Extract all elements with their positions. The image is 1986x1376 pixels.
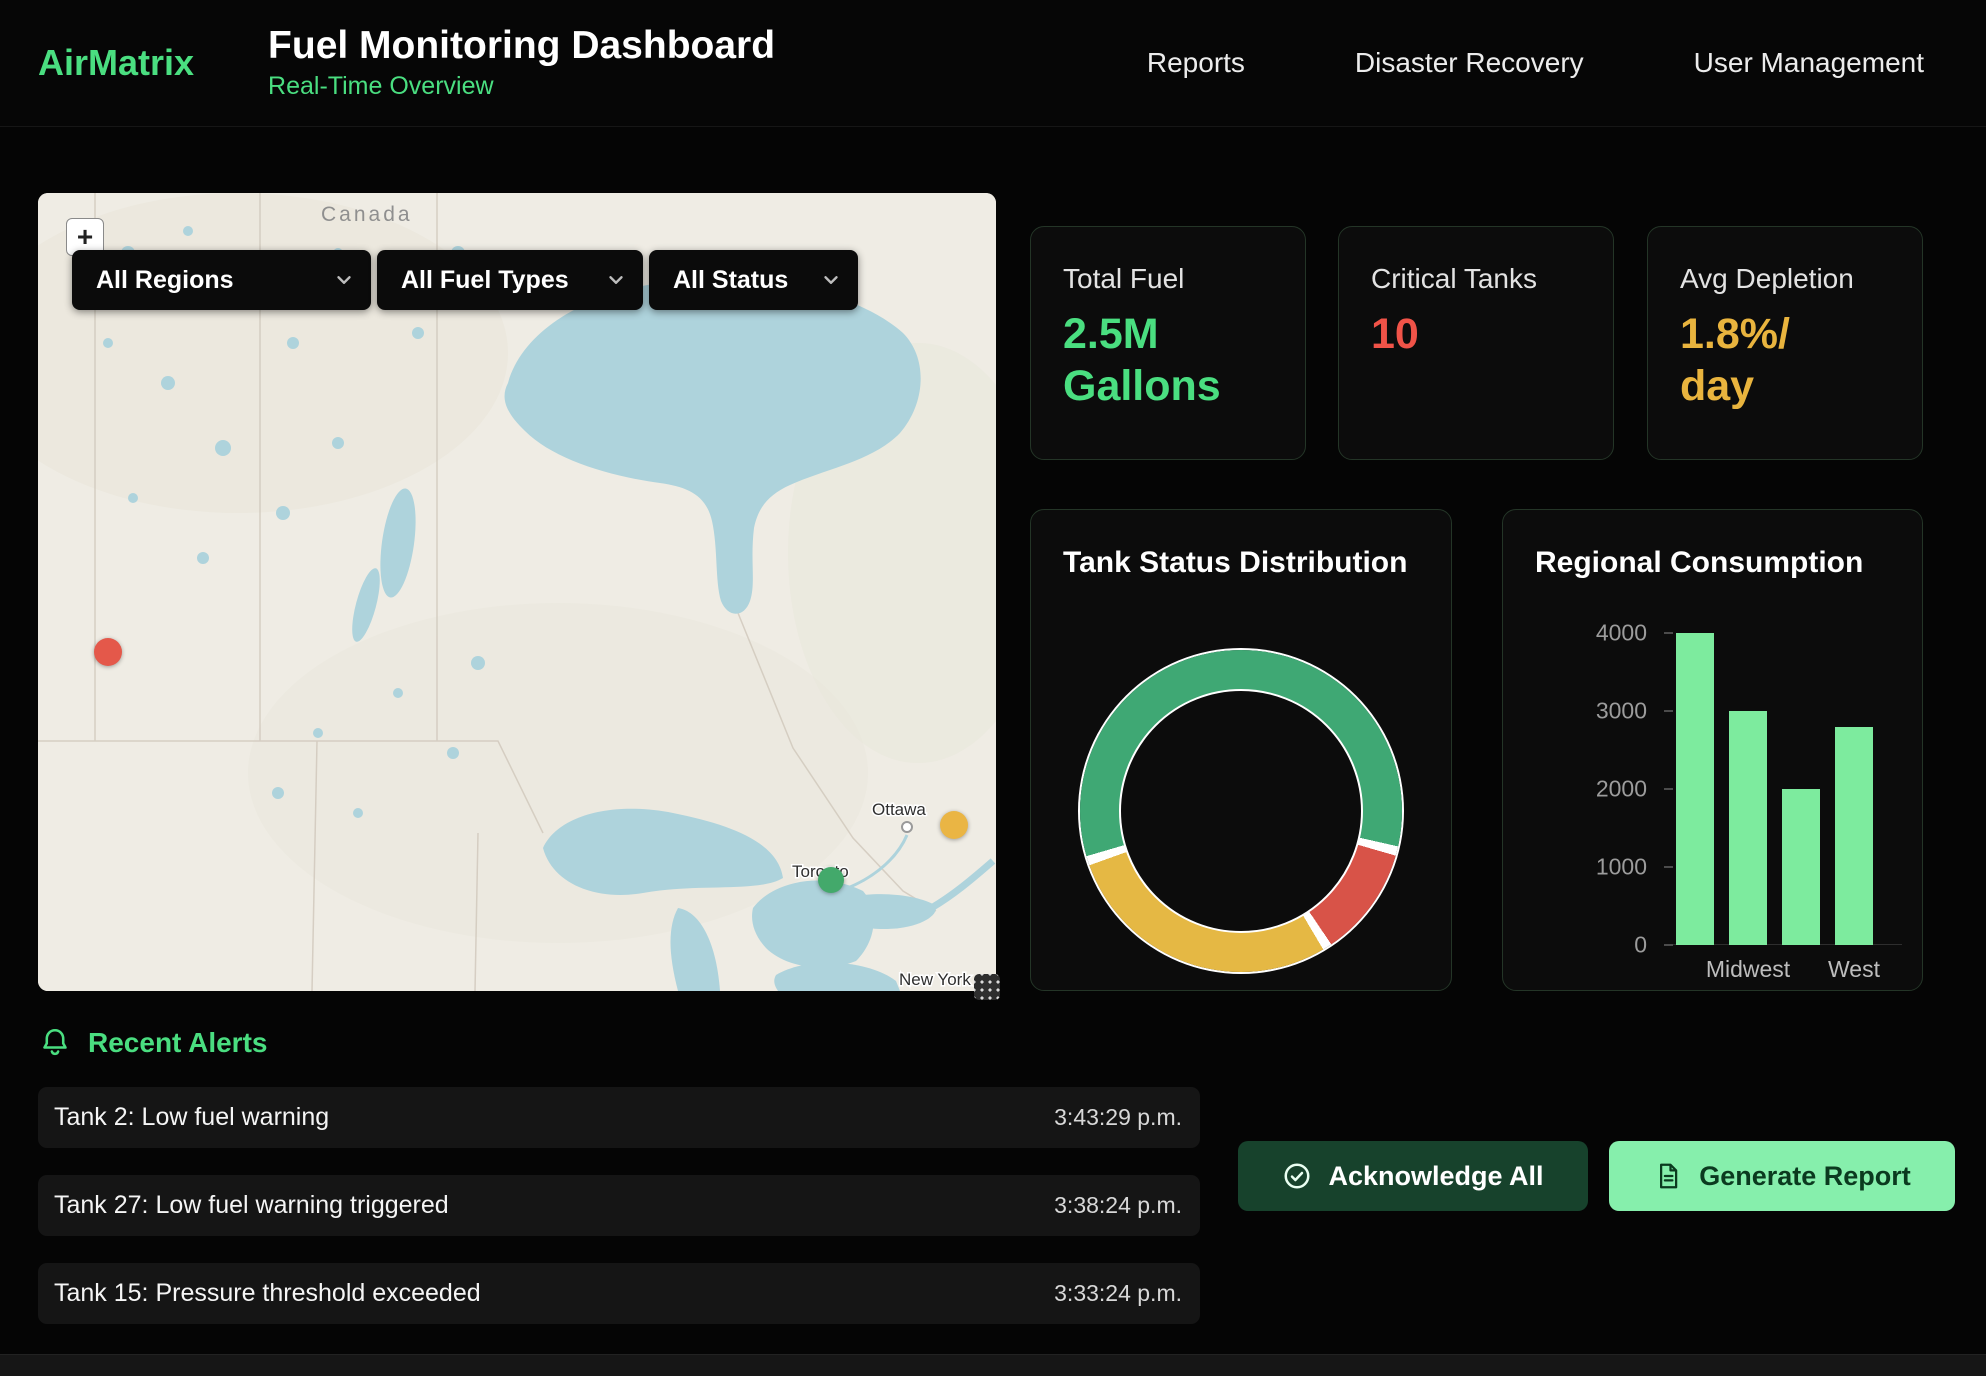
status-filter-value: All Status (673, 266, 788, 295)
recent-alerts-title: Recent Alerts (88, 1027, 267, 1059)
region-filter-dropdown[interactable]: All Regions (72, 250, 371, 310)
fuel-type-filter-value: All Fuel Types (401, 266, 569, 295)
y-axis-label: 3000 (1527, 700, 1647, 723)
bar-plot-area (1676, 633, 1874, 945)
alert-message: Tank 15: Pressure threshold exceeded (54, 1279, 481, 1308)
status-filter-dropdown[interactable]: All Status (649, 250, 858, 310)
consumption-bar (1782, 789, 1820, 945)
acknowledge-all-label: Acknowledge All (1328, 1161, 1543, 1192)
map-marker-normal[interactable] (818, 867, 844, 893)
regional-consumption-card: Regional Consumption 0 1000 2000 3000 4000 M… (1502, 509, 1923, 991)
generate-report-label: Generate Report (1699, 1161, 1911, 1192)
title-block: Fuel Monitoring Dashboard Real-Time Over… (268, 25, 775, 102)
y-axis-label: 0 (1527, 934, 1647, 957)
donut-hole (1119, 689, 1363, 933)
stat-label: Avg Depletion (1680, 263, 1890, 295)
page-title: Fuel Monitoring Dashboard (268, 25, 775, 68)
region-filter-value: All Regions (96, 266, 234, 295)
bottom-strip (0, 1354, 1986, 1376)
alert-message: Tank 2: Low fuel warning (54, 1103, 329, 1132)
alert-timestamp: 3:33:24 p.m. (1054, 1280, 1182, 1307)
y-axis-tick (1664, 632, 1673, 634)
y-axis-label: 4000 (1527, 622, 1647, 645)
alert-message: Tank 27: Low fuel warning triggered (54, 1191, 449, 1220)
document-icon (1653, 1161, 1683, 1191)
acknowledge-all-button[interactable]: Acknowledge All (1238, 1141, 1588, 1211)
city-dot-icon (902, 822, 912, 832)
tank-status-donut (1080, 650, 1402, 972)
app-header: AirMatrix Fuel Monitoring Dashboard Real… (0, 0, 1986, 127)
consumption-bar (1729, 711, 1767, 945)
check-circle-icon (1282, 1161, 1312, 1191)
stat-card-critical-tanks: Critical Tanks 10 (1338, 226, 1614, 460)
chevron-down-icon (333, 269, 355, 291)
generate-report-button[interactable]: Generate Report (1609, 1141, 1955, 1211)
map-marker-critical[interactable] (94, 638, 122, 666)
nav-user-management[interactable]: User Management (1694, 47, 1924, 79)
fuel-type-filter-dropdown[interactable]: All Fuel Types (377, 250, 643, 310)
consumption-bar (1835, 727, 1873, 945)
nav-reports[interactable]: Reports (1147, 47, 1245, 79)
map-attribution-toggle-icon[interactable] (974, 974, 1000, 1000)
country-label: Canada (321, 203, 413, 226)
main-nav: Reports Disaster Recovery User Managemen… (1147, 47, 1924, 79)
chevron-down-icon (820, 269, 842, 291)
page-subtitle: Real-Time Overview (268, 72, 775, 101)
y-axis-label: 2000 (1527, 778, 1647, 801)
city-label-ottawa: Ottawa (872, 800, 926, 819)
alert-row[interactable]: Tank 15: Pressure threshold exceeded 3:3… (38, 1263, 1200, 1324)
chart-title: Tank Status Distribution (1063, 546, 1407, 580)
stat-value: 10 (1371, 309, 1581, 361)
x-axis-label: Midwest (1729, 956, 1767, 983)
map-filters: All Regions All Fuel Types All Status (72, 250, 858, 310)
alert-timestamp: 3:43:29 p.m. (1054, 1104, 1182, 1131)
consumption-bar (1676, 633, 1714, 945)
stat-label: Total Fuel (1063, 263, 1273, 295)
alert-row[interactable]: Tank 27: Low fuel warning triggered 3:38… (38, 1175, 1200, 1236)
app-logo[interactable]: AirMatrix (38, 42, 194, 84)
stat-card-total-fuel: Total Fuel 2.5M Gallons (1030, 226, 1306, 460)
city-label-new-york: New York (899, 970, 971, 989)
fuel-monitoring-dashboard: AirMatrix Fuel Monitoring Dashboard Real… (0, 0, 1986, 1376)
y-axis-tick (1664, 788, 1673, 790)
recent-alerts-header: Recent Alerts (38, 1026, 267, 1060)
map-panel[interactable]: Canada Ottawa Toronto New York + All Reg… (38, 193, 996, 991)
y-axis-tick (1664, 710, 1673, 712)
map-marker-warning[interactable] (940, 811, 968, 839)
x-axis-label: West (1835, 956, 1873, 983)
x-axis-labels: Midwest West (1676, 956, 1874, 983)
stat-value: 2.5M Gallons (1063, 309, 1273, 412)
stat-label: Critical Tanks (1371, 263, 1581, 295)
chart-title: Regional Consumption (1535, 546, 1863, 580)
chevron-down-icon (605, 269, 627, 291)
y-axis-tick (1664, 866, 1673, 868)
bell-icon (38, 1026, 72, 1060)
alert-row[interactable]: Tank 2: Low fuel warning 3:43:29 p.m. (38, 1087, 1200, 1148)
y-axis: 01000200030004000 (1503, 633, 1661, 945)
y-axis-tick (1664, 944, 1673, 946)
map-canvas: Canada Ottawa Toronto New York (38, 193, 996, 991)
nav-disaster-recovery[interactable]: Disaster Recovery (1355, 47, 1584, 79)
alert-timestamp: 3:38:24 p.m. (1054, 1192, 1182, 1219)
y-axis-label: 1000 (1527, 856, 1647, 879)
x-axis-label (1782, 956, 1820, 983)
stat-value: 1.8%/ day (1680, 309, 1890, 412)
stat-card-avg-depletion: Avg Depletion 1.8%/ day (1647, 226, 1923, 460)
tank-status-card: Tank Status Distribution (1030, 509, 1452, 991)
